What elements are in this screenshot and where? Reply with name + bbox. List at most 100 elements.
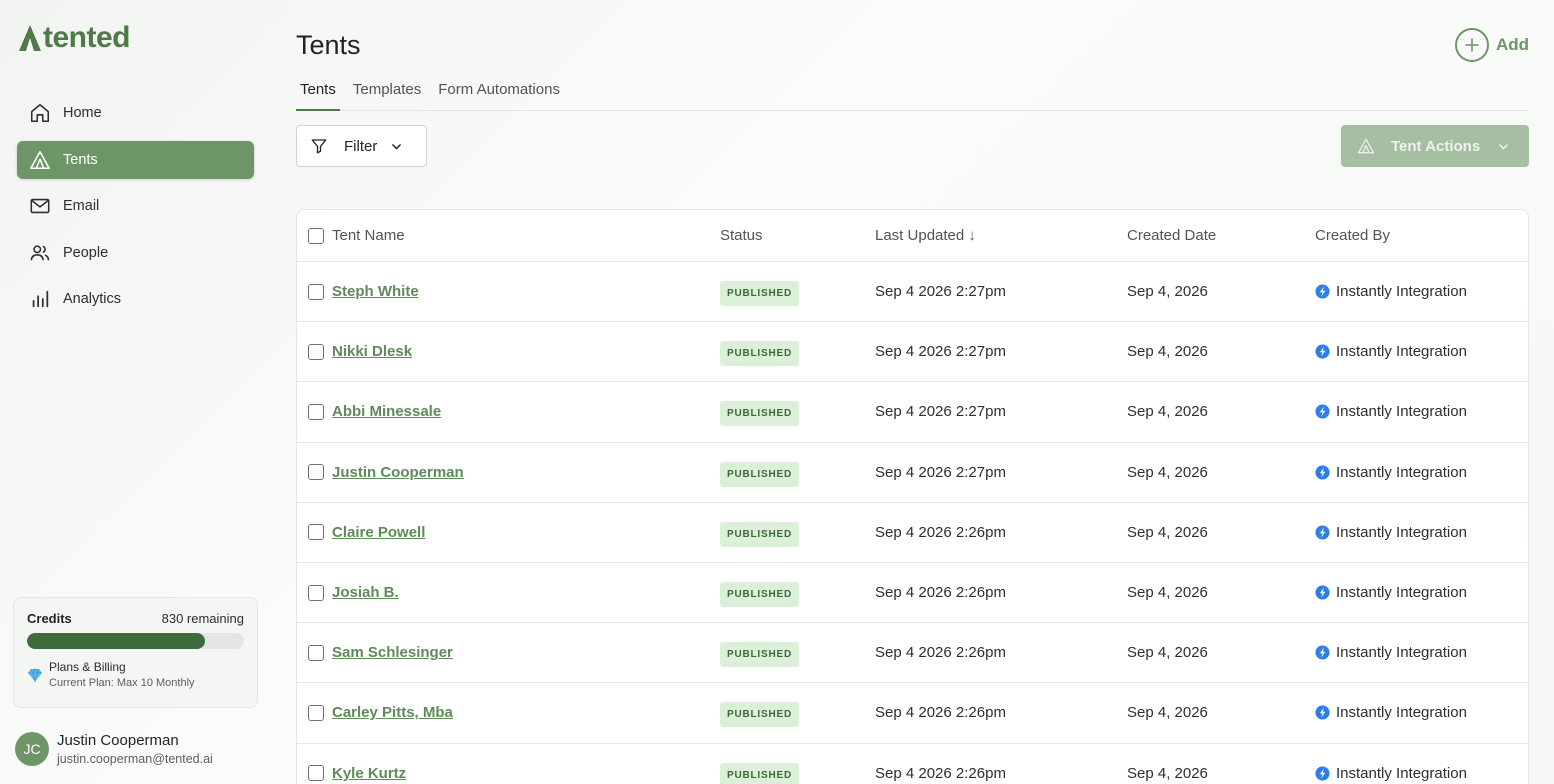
add-label: Add bbox=[1496, 35, 1530, 54]
created-by-cell: Instantly Integration bbox=[1315, 343, 1467, 360]
row-checkbox[interactable] bbox=[308, 524, 324, 541]
chevron-down-icon bbox=[392, 143, 402, 150]
tent-actions-button[interactable]: Tent Actions bbox=[1341, 125, 1529, 167]
created-date-cell: Sep 4, 2026 bbox=[1127, 644, 1208, 662]
tent-name-link[interactable]: Nikki Dlesk bbox=[332, 343, 412, 360]
sidebar-item-tents[interactable]: Tents bbox=[17, 140, 254, 179]
column-header-last-updated[interactable]: Last Updated ↓ bbox=[875, 227, 976, 244]
tents-table: Tent Name Status Last Updated ↓ Created … bbox=[296, 209, 1529, 784]
chevron-down-icon bbox=[1499, 143, 1509, 150]
tent-logo-icon bbox=[19, 25, 41, 51]
user-profile[interactable]: JC Justin Cooperman justin.cooperman@ten… bbox=[15, 732, 213, 766]
table-row: Steph White PUBLISHED Sep 4 2026 2:27pm Sep… bbox=[297, 262, 1528, 323]
last-updated-cell: Sep 4 2026 2:27pm bbox=[875, 283, 1006, 301]
created-date-cell: Sep 4, 2026 bbox=[1127, 584, 1208, 602]
status-badge: PUBLISHED bbox=[720, 702, 799, 728]
sidebar-item-label: Tents bbox=[63, 151, 98, 168]
integration-icon bbox=[1315, 465, 1330, 480]
tent-icon bbox=[29, 149, 51, 171]
created-date-cell: Sep 4, 2026 bbox=[1127, 343, 1208, 361]
sidebar-item-analytics[interactable]: Analytics bbox=[17, 280, 254, 318]
status-badge: PUBLISHED bbox=[720, 461, 799, 487]
table-row: Claire Powell PUBLISHED Sep 4 2026 2:26pm S… bbox=[297, 503, 1528, 563]
avatar: JC bbox=[15, 732, 49, 766]
credits-progress-fill bbox=[27, 633, 205, 649]
created-date-cell: Sep 4, 2026 bbox=[1127, 283, 1208, 301]
created-by-name: Instantly Integration bbox=[1336, 523, 1467, 541]
table-row: Justin Cooperman PUBLISHED Sep 4 2026 2:27… bbox=[297, 443, 1528, 503]
filter-label: Filter bbox=[344, 137, 378, 155]
row-checkbox[interactable] bbox=[308, 584, 324, 601]
integration-icon bbox=[1315, 705, 1330, 720]
column-header-created-date[interactable]: Created Date bbox=[1127, 227, 1216, 244]
logo[interactable]: tented bbox=[18, 21, 131, 54]
tent-name-link[interactable]: Carley Pitts, Mba bbox=[332, 704, 453, 721]
last-updated-cell: Sep 4 2026 2:26pm bbox=[875, 584, 1006, 602]
table-row: Josiah B. PUBLISHED Sep 4 2026 2:26pm Sep 4… bbox=[297, 563, 1528, 624]
created-by-name: Instantly Integration bbox=[1336, 343, 1467, 361]
status-badge: PUBLISHED bbox=[720, 401, 799, 427]
tent-name-link[interactable]: Steph White bbox=[332, 283, 419, 300]
brand-name: tented bbox=[43, 21, 131, 54]
created-date-cell: Sep 4, 2026 bbox=[1127, 523, 1208, 541]
last-updated-cell: Sep 4 2026 2:26pm bbox=[875, 644, 1006, 662]
table-row: Kyle Kurtz PUBLISHED Sep 4 2026 2:26pm Sep … bbox=[297, 744, 1528, 784]
last-updated-cell: Sep 4 2026 2:26pm bbox=[875, 764, 1006, 782]
sidebar-item-email[interactable]: Email bbox=[17, 187, 254, 225]
created-by-cell: Instantly Integration bbox=[1315, 644, 1467, 661]
integration-icon bbox=[1315, 766, 1330, 781]
filter-button[interactable]: Filter bbox=[296, 125, 427, 167]
tent-icon bbox=[1357, 138, 1375, 154]
integration-icon bbox=[1315, 404, 1330, 419]
tent-name-link[interactable]: Justin Cooperman bbox=[332, 464, 464, 481]
sidebar-item-people[interactable]: People bbox=[17, 234, 254, 272]
created-by-cell: Instantly Integration bbox=[1315, 584, 1467, 601]
tent-name-link[interactable]: Abbi Minessale bbox=[332, 403, 441, 420]
row-checkbox[interactable] bbox=[308, 704, 324, 721]
tab-templates[interactable]: Templates bbox=[349, 78, 425, 111]
tent-name-link[interactable]: Claire Powell bbox=[332, 524, 425, 541]
created-by-name: Instantly Integration bbox=[1336, 584, 1467, 602]
tent-name-link[interactable]: Sam Schlesinger bbox=[332, 644, 453, 661]
select-all-checkbox[interactable] bbox=[308, 227, 324, 244]
plans-billing-link[interactable]: Plans & Billing Current Plan: Max 10 Mon… bbox=[27, 660, 244, 689]
column-header-tent-name[interactable]: Tent Name bbox=[332, 227, 405, 244]
bar-chart-icon bbox=[29, 288, 51, 310]
status-badge: PUBLISHED bbox=[720, 281, 799, 307]
table-row: Nikki Dlesk PUBLISHED Sep 4 2026 2:27pm Sep… bbox=[297, 322, 1528, 383]
table-row: Carley Pitts, Mba PUBLISHED Sep 4 2026 2:2… bbox=[297, 683, 1528, 744]
status-badge: PUBLISHED bbox=[720, 582, 799, 608]
row-checkbox[interactable] bbox=[308, 464, 324, 481]
last-updated-cell: Sep 4 2026 2:27pm bbox=[875, 463, 1006, 481]
mail-icon bbox=[29, 195, 51, 217]
created-by-cell: Instantly Integration bbox=[1315, 704, 1467, 721]
integration-icon bbox=[1315, 284, 1330, 299]
tent-name-link[interactable]: Kyle Kurtz bbox=[332, 765, 406, 782]
column-header-created-by[interactable]: Created By bbox=[1315, 227, 1390, 244]
sidebar-item-home[interactable]: Home bbox=[17, 94, 254, 132]
row-checkbox[interactable] bbox=[308, 343, 324, 360]
row-checkbox[interactable] bbox=[308, 283, 324, 300]
last-updated-cell: Sep 4 2026 2:27pm bbox=[875, 343, 1006, 361]
integration-icon bbox=[1315, 585, 1330, 600]
credits-progress-bar bbox=[27, 633, 244, 649]
integration-icon bbox=[1315, 645, 1330, 660]
credits-remaining: 830 remaining bbox=[161, 611, 244, 626]
add-button[interactable]: Add bbox=[1455, 28, 1529, 62]
tab-tents[interactable]: Tents bbox=[296, 78, 340, 111]
sidebar-item-label: People bbox=[63, 244, 109, 261]
tent-name-link[interactable]: Josiah B. bbox=[332, 584, 399, 601]
created-date-cell: Sep 4, 2026 bbox=[1127, 704, 1208, 722]
row-checkbox[interactable] bbox=[308, 765, 324, 782]
user-name: Justin Cooperman bbox=[57, 732, 179, 749]
last-updated-cell: Sep 4 2026 2:26pm bbox=[875, 704, 1006, 722]
sidebar-item-label: Analytics bbox=[63, 291, 122, 307]
table-row: Sam Schlesinger PUBLISHED Sep 4 2026 2:26p… bbox=[297, 623, 1528, 684]
created-by-name: Instantly Integration bbox=[1336, 283, 1467, 301]
column-header-status[interactable]: Status bbox=[720, 227, 763, 244]
status-badge: PUBLISHED bbox=[720, 341, 799, 367]
created-by-cell: Instantly Integration bbox=[1315, 403, 1467, 420]
tab-form-automations[interactable]: Form Automations bbox=[434, 78, 564, 111]
row-checkbox[interactable] bbox=[308, 644, 324, 661]
row-checkbox[interactable] bbox=[308, 403, 324, 420]
